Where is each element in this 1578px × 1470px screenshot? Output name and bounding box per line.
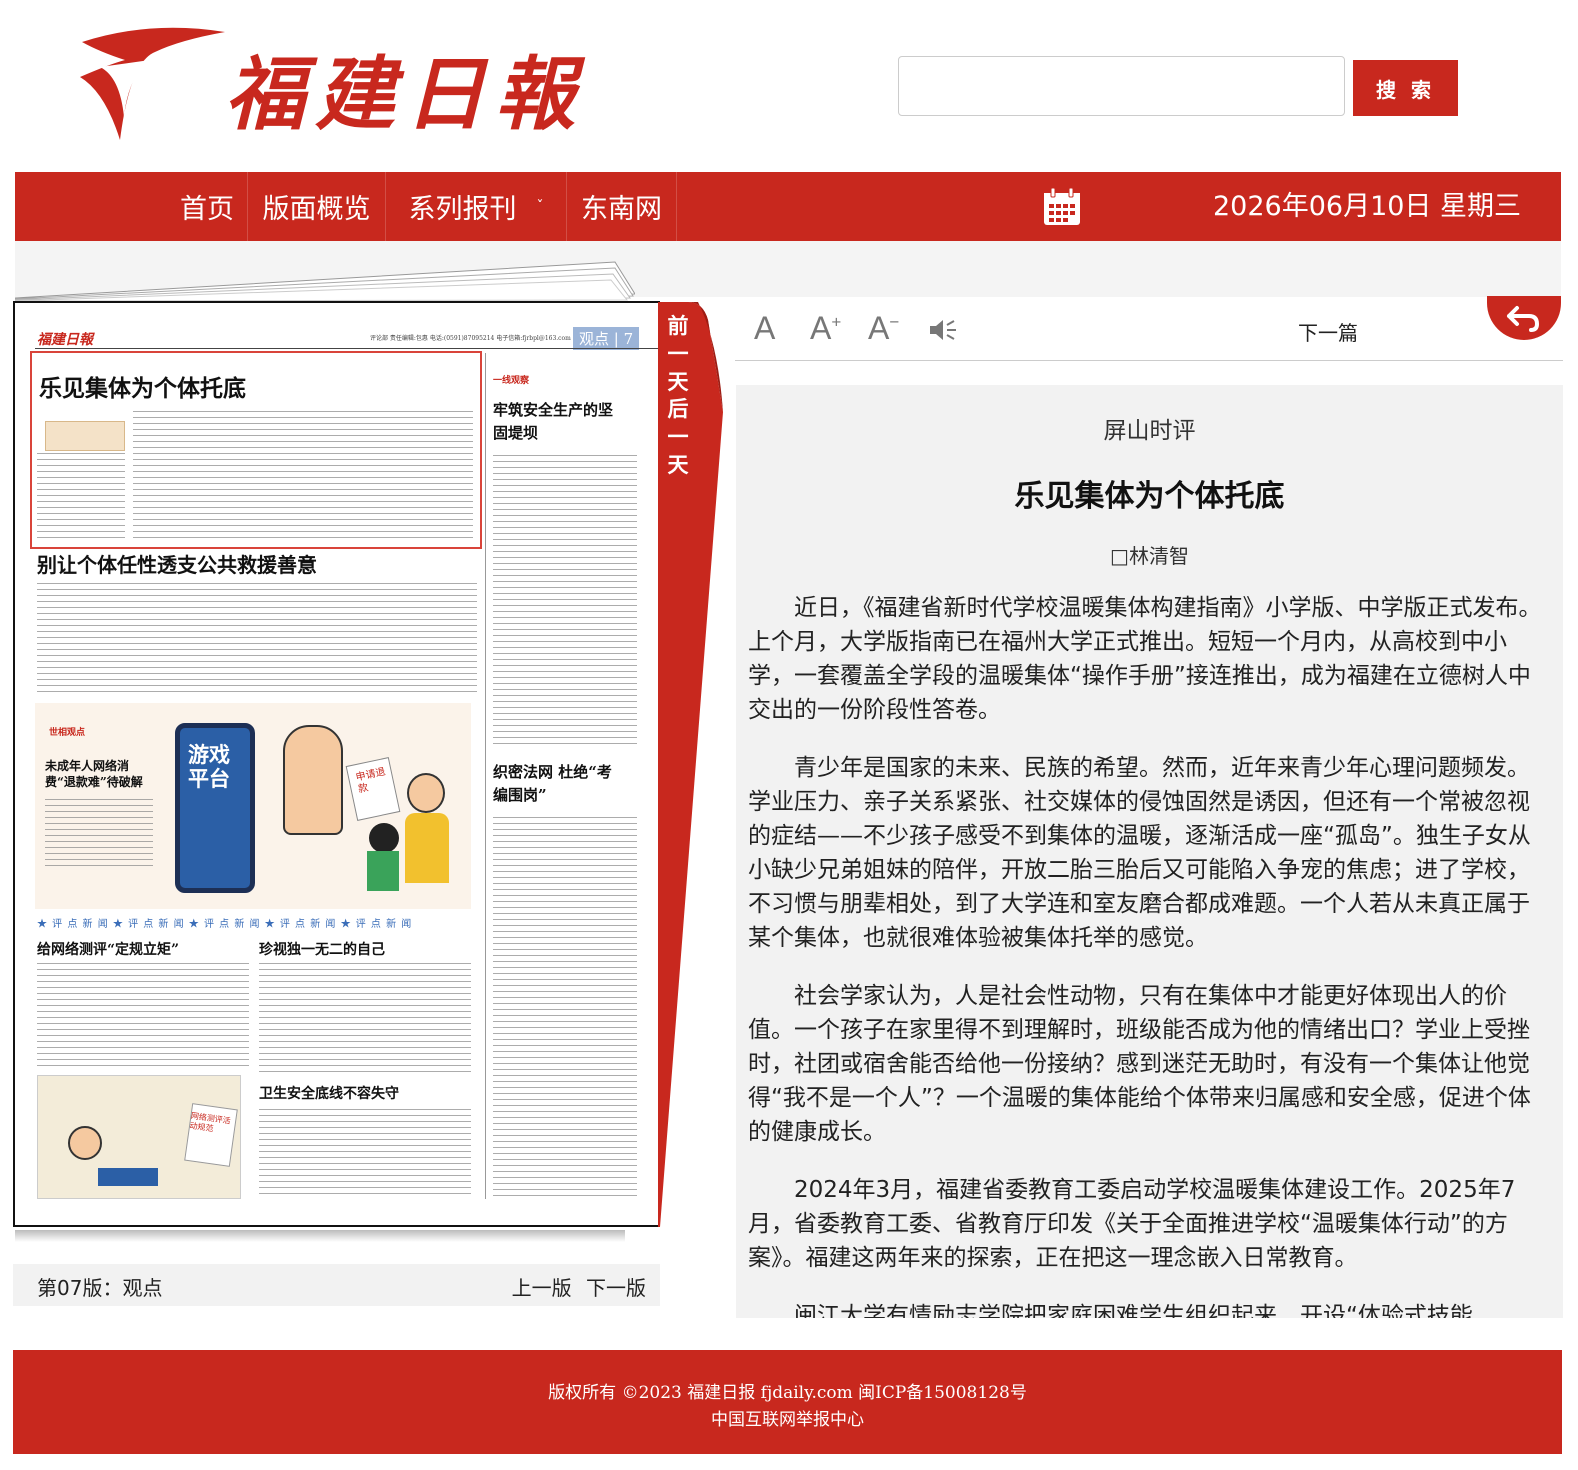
- thumb-headline-8[interactable]: 卫生安全底线不容失守: [259, 1083, 399, 1103]
- current-date: 2026年06月10日 星期三: [1213, 191, 1522, 222]
- search-button[interactable]: 搜 索: [1353, 60, 1458, 116]
- article-column: 屏山时评: [1103, 418, 1196, 444]
- article-body: 近日，《福建省新时代学校温暖集体构建指南》小学版、中学版正式发布。上个月，大学版…: [748, 591, 1552, 1318]
- article-paragraph: 2024年3月，福建省委教育工委启动学校温暖集体建设工作。2025年7月，省委教…: [748, 1177, 1516, 1271]
- font-decrease-label: A: [868, 310, 890, 346]
- nav-series-papers[interactable]: 系列报刊 ˇ: [386, 172, 567, 241]
- toolbar-divider: [735, 360, 1563, 361]
- article-paragraph: 青少年是国家的未来、民族的希望。然而，近年来青少年心理问题频发。学业压力、亲子关…: [748, 755, 1531, 951]
- chevron-down-icon: ˇ: [536, 198, 544, 215]
- thumb-tag-pingdian: ★ 评 点 新 闻 ★ 评 点 新 闻 ★ 评 点 新 闻 ★ 评 点 新 闻 …: [37, 919, 413, 930]
- page-shadow: [15, 1230, 625, 1242]
- paper-stack-decoration: [15, 261, 635, 302]
- font-increase-icon[interactable]: A+: [810, 310, 841, 347]
- newspaper-page-image[interactable]: 福建日報 评论部 责任编辑:包惠 电话:(0591)87095214 电子信箱:…: [13, 301, 660, 1227]
- article-author: □林清智: [1110, 544, 1189, 568]
- thumb-headline-1[interactable]: 乐见集体为个体托底: [39, 369, 246, 403]
- cartoon-game-refund[interactable]: 世相观点 未成年人网络消费“退款难”待破解 游戏平台 申请退款: [35, 703, 471, 909]
- prev-page-link[interactable]: 上一版: [512, 1276, 572, 1300]
- main-nav: 首页 版面概览 系列报刊 ˇ 东南网 2026年06月10日 星期三: [15, 172, 1561, 241]
- speaker-icon[interactable]: [928, 318, 958, 342]
- next-day-link[interactable]: 后一天: [666, 395, 690, 479]
- thumb-logo: 福建日報: [37, 332, 93, 348]
- page-nav-bar: 第07版：观点 上一版 下一版: [13, 1264, 660, 1306]
- return-arrow-icon: [1507, 306, 1539, 332]
- prev-day-link[interactable]: 前一天: [666, 312, 690, 396]
- thumb-headline-7[interactable]: 珍视独一无二的自己: [259, 939, 385, 959]
- article-paragraph: 闽江大学有情励志学院把家庭困难学生组织起来，开设“体验式技能: [794, 1303, 1473, 1318]
- article-paragraph: 社会学家认为，人是社会性动物，只有在集体中才能更好体现出人的价值。一个孩子在家里…: [748, 983, 1531, 1145]
- thumb-headline-2[interactable]: 别让个体任性透支公共救援善意: [37, 549, 317, 578]
- copyright-text: 版权所有 ©2023 福建日报 fjdaily.com 闽ICP备1500812…: [548, 1383, 1027, 1403]
- page-label: 第07版：观点: [37, 1276, 163, 1300]
- cartoon-text-game: 游戏平台: [188, 742, 230, 791]
- nav-series-papers-label: 系列报刊: [408, 194, 517, 225]
- nav-home[interactable]: 首页: [167, 172, 248, 241]
- search-input[interactable]: [898, 56, 1345, 116]
- back-button[interactable]: [1487, 296, 1561, 340]
- article-paragraph: 近日，《福建省新时代学校温暖集体构建指南》小学版、中学版正式发布。上个月，大学版…: [748, 595, 1542, 723]
- site-footer: 版权所有 ©2023 福建日报 fjdaily.com 闽ICP备1500812…: [13, 1350, 1562, 1454]
- cartoon-network-review[interactable]: 网络测评活动规范: [37, 1075, 241, 1199]
- thumb-tag-shixiang: 世相观点: [49, 728, 86, 738]
- thumb-headline-6[interactable]: 给网络测评“定规立矩”: [37, 939, 179, 959]
- article-panel: 屏山时评 乐见集体为个体托底 □林清智 近日，《福建省新时代学校温暖集体构建指南…: [736, 385, 1563, 1318]
- thumb-headline-3[interactable]: 牢筑安全生产的坚固堤坝: [493, 399, 623, 445]
- thumb-tag-yixian: 一线观察: [493, 376, 530, 386]
- font-increase-label: A: [810, 310, 832, 346]
- thumb-headline-5[interactable]: 织密法网 杜绝“考编围岗”: [493, 761, 613, 807]
- thumb-headline-4[interactable]: 未成年人网络消费“退款难”待破解: [45, 758, 155, 790]
- logo-text: 福建日報: [225, 47, 585, 141]
- next-page-link[interactable]: 下一版: [586, 1276, 646, 1300]
- article-title: 乐见集体为个体托底: [1014, 479, 1285, 514]
- font-reset-icon[interactable]: A: [754, 310, 775, 347]
- nav-dongnan-net[interactable]: 东南网: [567, 172, 677, 241]
- thumb-section-badge: 观点 | 7: [573, 327, 640, 350]
- logo-swoosh-icon: [80, 27, 225, 140]
- fujian-daily-logo[interactable]: 福建日報: [80, 22, 575, 147]
- report-center-link[interactable]: 中国互联网举报中心: [13, 1407, 1562, 1434]
- font-decrease-icon[interactable]: A−: [868, 310, 899, 347]
- nav-page-overview[interactable]: 版面概览: [248, 172, 386, 241]
- calendar-icon[interactable]: [1043, 188, 1081, 226]
- next-article-link[interactable]: 下一篇: [1298, 317, 1358, 346]
- font-reset-label: A: [754, 310, 776, 346]
